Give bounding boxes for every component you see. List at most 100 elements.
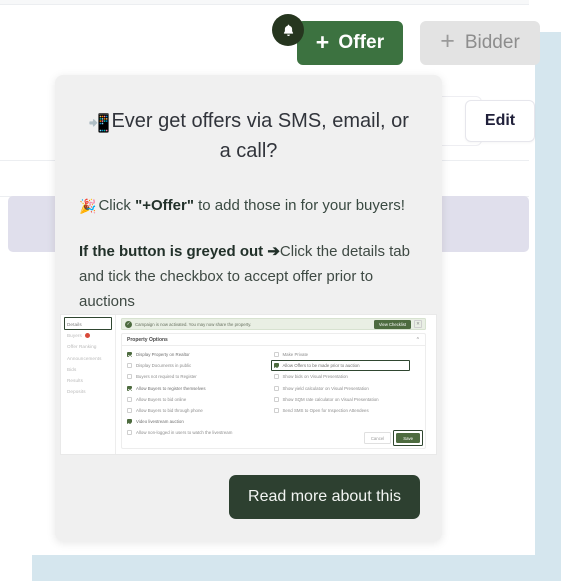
embedded-screenshot: Details Buyers Offer Ranking Announcements B… [60, 314, 437, 455]
sidebar-item-label: Offer Ranking [67, 344, 97, 350]
save-button[interactable]: Save [393, 430, 423, 446]
option-label: Buyers not required to Register [136, 374, 197, 380]
read-more-button[interactable]: Read more about this [229, 475, 420, 519]
save-label: Save [403, 435, 413, 441]
add-bidder-button[interactable]: + Bidder [420, 21, 540, 65]
coach-sub-suffix: to add those in for your buyers! [193, 197, 405, 214]
sidebar-item-details[interactable]: Details [61, 319, 115, 330]
checkbox-icon[interactable] [273, 396, 279, 402]
option-row[interactable]: Allow Buyers to bid through phone [127, 407, 274, 413]
checkbox-icon[interactable] [273, 363, 279, 369]
add-offer-label: Offer [338, 32, 385, 53]
coach-body: If the button is greyed out ➔Click the d… [79, 239, 418, 314]
option-row[interactable]: Send SMS to Open for Inspection Attendee… [273, 407, 421, 413]
coach-tooltip-card: 📲Ever get offers via SMS, email, or a ca… [55, 75, 442, 541]
activation-banner: ✓ Campaign is now activated. You may now… [121, 318, 426, 330]
checkbox-icon[interactable] [127, 396, 132, 402]
option-label: Video livestream auction [136, 419, 184, 425]
option-row[interactable]: Display Documents in public [127, 363, 274, 369]
coach-body-strong: If the button is greyed out [79, 243, 264, 260]
add-offer-button[interactable]: + Offer [297, 21, 403, 65]
option-row[interactable]: Allow non-logged in users to watch the l… [127, 430, 274, 436]
sidebar-item-offer-ranking[interactable]: Offer Ranking [61, 341, 115, 352]
bottom-blue-panel [32, 555, 561, 581]
cancel-button[interactable]: Cancel [363, 432, 392, 444]
arrow-right-icon: ➔ [267, 243, 280, 260]
checkbox-icon[interactable] [127, 374, 132, 380]
add-bidder-label: Bidder [464, 32, 520, 53]
mobile-phone-icon: 📲 [88, 113, 111, 133]
property-options-title: Property Options [127, 336, 168, 343]
option-row[interactable]: Display Property on Realtor [127, 352, 274, 357]
check-circle-icon: ✓ [125, 320, 132, 328]
option-label: Make Private [282, 352, 309, 357]
option-label: Allow Offers to be made prior to auction [282, 363, 360, 369]
checkbox-icon[interactable] [273, 385, 279, 391]
close-icon[interactable]: ✕ [414, 320, 422, 328]
sidebar-item-label: Results [67, 378, 84, 384]
sidebar-item-deposits[interactable]: Deposits [61, 386, 115, 397]
option-row[interactable]: Allow Buyers to bid online [127, 396, 274, 402]
option-row[interactable]: Show yield calculator on Visual Presenta… [273, 385, 421, 391]
option-label: Allow Buyers to bid online [136, 396, 187, 402]
option-row[interactable]: Allow Offers to be made prior to auction [270, 360, 421, 372]
sidebar-item-buyers[interactable]: Buyers [61, 330, 115, 341]
edit-button[interactable]: Edit [465, 100, 535, 142]
option-row[interactable]: Buyers not required to Register [127, 374, 274, 380]
sidebar-item-label: Bids [67, 366, 77, 372]
plus-icon: + [440, 26, 455, 55]
options-column-right: Make Private Allow Offers to be made prio… [270, 352, 421, 442]
option-label: Allow Buyers to bid through phone [136, 407, 203, 413]
plus-icon: + [315, 28, 330, 55]
option-row[interactable]: Make Private [273, 352, 421, 357]
option-label: Show yield calculator on Visual Presenta… [282, 385, 369, 391]
sidebar-item-label: Deposits [67, 389, 86, 395]
options-column-left: Display Property on Realtor Display Docum… [127, 352, 274, 442]
option-row[interactable]: Show bids on Visual Presentation [273, 374, 421, 380]
view-checklist-button[interactable]: View Checklist [373, 319, 411, 329]
checkbox-icon[interactable] [127, 385, 132, 391]
coach-sub-strong: "+Offer" [135, 197, 194, 214]
coach-title: 📲Ever get offers via SMS, email, or a ca… [81, 107, 416, 165]
option-label: Allow non-logged in users to watch the l… [136, 430, 233, 436]
option-label: Display Property on Realtor [136, 352, 190, 357]
checkbox-icon[interactable] [127, 352, 132, 357]
property-options-panel: Property Options ⌃ Display Property on R… [121, 333, 426, 449]
screenshot-main: ✓ Campaign is now activated. You may now… [117, 315, 436, 454]
checkbox-icon[interactable] [273, 374, 279, 380]
app-root: + Offer + Bidder Edit 📲Ever get offers v… [0, 0, 561, 581]
option-label: Send SMS to Open for Inspection Attendee… [282, 407, 369, 413]
coach-sub-prefix: Click [98, 197, 136, 214]
sidebar-item-results[interactable]: Results [61, 375, 115, 386]
bell-icon[interactable] [272, 14, 304, 46]
option-label: Allow Buyers to register themselves [136, 385, 206, 391]
sidebar-item-label: Announcements [67, 355, 102, 361]
coach-title-text: Ever get offers via SMS, email, or a cal… [111, 110, 409, 162]
option-label: Display Documents in public [136, 363, 192, 369]
activation-banner-text: Campaign is now activated. You may now s… [135, 321, 252, 327]
checkbox-icon[interactable] [273, 407, 279, 413]
checkbox-icon[interactable] [273, 352, 279, 357]
option-label: Show bids on Visual Presentation [282, 374, 348, 380]
sidebar-item-label: Buyers [67, 333, 82, 339]
party-popper-icon: 🎉 [79, 198, 97, 214]
sidebar-item-announcements[interactable]: Announcements [61, 353, 115, 364]
checkbox-icon[interactable] [127, 430, 132, 436]
notification-badge [84, 333, 90, 339]
edit-label: Edit [484, 112, 516, 129]
option-row[interactable]: Allow Buyers to register themselves [127, 385, 274, 391]
right-blue-panel [535, 32, 561, 555]
sidebar-item-label: Details [67, 322, 82, 328]
coach-subtitle: 🎉 Click "+Offer" to add those in for your… [79, 195, 418, 217]
panel-actions: Cancel Save [363, 430, 423, 446]
option-row[interactable]: Show SQM rate calculator on Visual Prese… [273, 396, 421, 402]
sidebar-item-bids[interactable]: Bids [61, 364, 115, 375]
property-options-header: Property Options ⌃ [122, 334, 425, 346]
checkbox-icon[interactable] [127, 363, 132, 369]
header-divider [0, 4, 529, 5]
option-row[interactable]: Video livestream auction [127, 419, 274, 425]
checkbox-icon[interactable] [127, 419, 132, 425]
chevron-up-icon[interactable]: ⌃ [416, 337, 420, 343]
checkbox-icon[interactable] [127, 407, 132, 413]
screenshot-sidebar: Details Buyers Offer Ranking Announcements B… [61, 315, 116, 454]
